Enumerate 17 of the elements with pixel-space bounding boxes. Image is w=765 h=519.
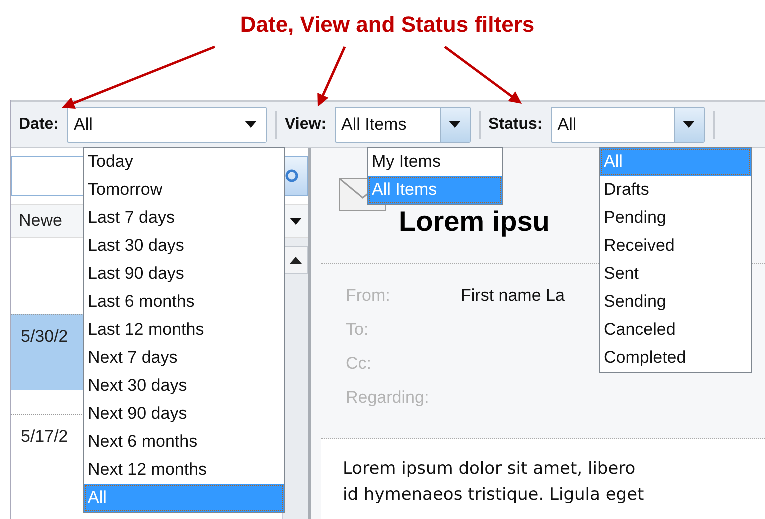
field-label: Cc: <box>346 354 372 375</box>
field-label: From: <box>346 286 392 307</box>
item-date: 5/17/2 <box>21 427 68 446</box>
dropdown-value: All <box>556 114 577 134</box>
body-text-line: id hymenaeos tristique. Ligula eget <box>343 485 646 505</box>
field-label: To: <box>346 320 370 341</box>
body-text-line: Lorem ipsum dolor sit amet, libero <box>343 459 637 479</box>
field-value: First name La <box>461 286 565 307</box>
filter-label: Status: <box>488 116 543 134</box>
field-label: Regarding: <box>346 388 430 409</box>
filter-label: View: <box>285 116 327 134</box>
filter-label: Date: <box>19 116 60 134</box>
dropdown-value: All <box>73 114 93 134</box>
message-title: Lorem ipsu <box>399 206 550 238</box>
dropdown-value: All Items <box>340 114 407 134</box>
annotation-title: Date, View and Status filters <box>240 12 535 39</box>
item-date: 5/30/2 <box>21 327 68 346</box>
